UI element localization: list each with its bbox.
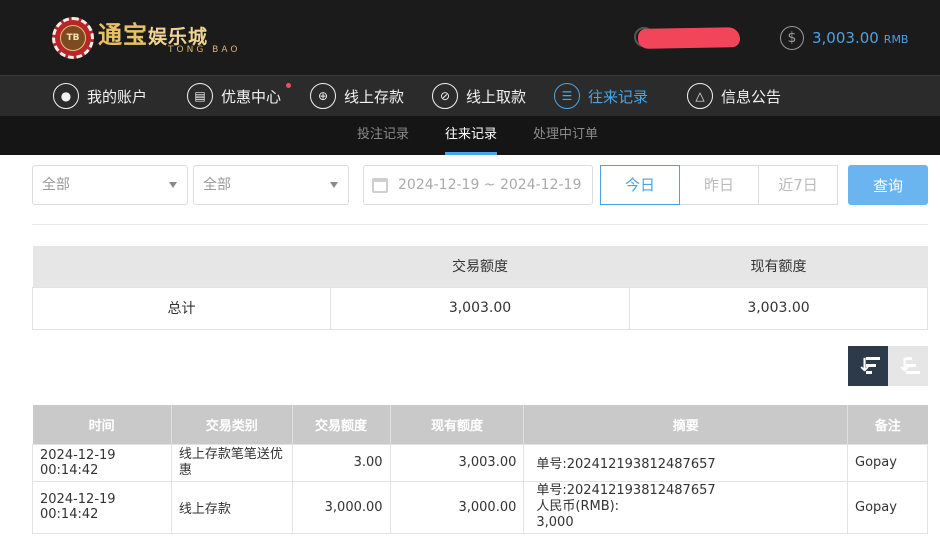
logo-text: 通宝娱乐城 TONG BAO [98,20,241,56]
records-table: 时间 交易类别 交易额度 现有额度 摘要 备注 2024-12-19 00:14… [32,405,928,534]
cell-summary: 单号:202412193812487657 人民币(RMB): 3,000 [523,480,849,534]
balance-unit: RMB [883,33,909,46]
chevron-down-icon [169,182,177,188]
nav-label: 往来记录 [588,87,649,106]
col-amount: 交易额度 [292,405,391,444]
cell-time: 2024-12-19 00:14:42 [32,480,172,534]
deposit-icon: ⊕ [310,83,336,109]
quick-today-button[interactable]: 今日 [600,165,680,205]
balance-display: $ 3,003.00 RMB [780,25,908,51]
logo-chip-icon: TB [52,17,94,59]
summary-total-amount: 3,003.00 [330,286,630,330]
summary-order-no: 单号:202412193812487657 [536,483,716,498]
cell-note: Gopay [847,443,928,482]
table-row: 2024-12-19 00:14:42 线上存款 3,000.00 3,000.… [32,480,928,534]
tab-transaction-records[interactable]: 往来记录 [445,116,498,155]
nav-online-deposit[interactable]: ⊕ 线上存款 [310,82,404,110]
summary-header-amount: 交易额度 [330,246,630,287]
top-header: TB 通宝娱乐城 TONG BAO $ 3,003.00 RMB [0,0,940,75]
records-icon: ☰ [554,83,580,109]
summary-row: 总计 3,003.00 3,003.00 [32,286,928,330]
summary-header-empty [32,246,331,287]
cell-amount: 3,000.00 [291,480,391,534]
logo-main-text: 通宝 [98,20,148,49]
summary-table: 交易额度 现有额度 总计 3,003.00 3,003.00 [32,246,928,330]
balance-amount: 3,003.00 [812,29,879,47]
select-value: 全部 [203,177,231,193]
type-select-1[interactable]: 全部 [32,165,188,205]
summary-header-balance: 现有额度 [629,246,928,287]
col-type: 交易类别 [171,405,293,444]
withdraw-icon: ⊘ [432,83,458,109]
select-value: 全部 [42,177,70,193]
bell-icon: △ [687,83,713,109]
nav-transaction-records[interactable]: ☰ 往来记录 [554,82,648,110]
cell-balance: 3,000.00 [389,480,525,534]
col-summary: 摘要 [523,405,849,444]
gift-icon: ▤ [187,83,213,109]
username-redacted[interactable] [634,25,741,49]
cell-type: 线上存款笔笔送优惠 [170,443,293,482]
tab-pending-orders[interactable]: 处理中订单 [533,116,598,155]
date-range-picker[interactable]: 2024-12-19 ~ 2024-12-19 [363,165,593,205]
sub-nav: 投注记录 往来记录 处理中订单 [0,116,940,155]
calendar-icon [372,178,388,193]
query-button[interactable]: 查询 [848,165,928,205]
main-nav: ● 我的账户 ▤ 优惠中心 ⊕ 线上存款 ⊘ 线上取款 ☰ 往来记录 △ 信息公… [0,75,940,116]
date-range-value: 2024-12-19 ~ 2024-12-19 [398,177,582,193]
nav-online-withdraw[interactable]: ⊘ 线上取款 [432,82,526,110]
col-note: 备注 [847,405,928,444]
chevron-down-icon [330,182,338,188]
notification-dot [286,83,292,88]
cell-amount: 3.00 [291,443,391,482]
sort-ascending-icon: ↓ [895,355,921,377]
summary-total-balance: 3,003.00 [629,286,928,330]
nav-label: 优惠中心 [221,87,282,106]
dollar-circle-icon: $ [780,26,804,50]
cell-time: 2024-12-19 00:14:42 [32,443,172,482]
sort-ascending-button[interactable]: ↓ [888,346,928,386]
sort-descending-button[interactable]: ↓ [848,346,888,386]
summary-value: 3,000 [536,515,574,530]
quick-7days-button[interactable]: 近7日 [758,165,838,205]
summary-order-no: 单号:202412193812487657 [536,457,716,472]
nav-label: 线上存款 [344,87,405,106]
cell-balance: 3,003.00 [389,443,525,482]
summary-total-label: 总计 [32,286,331,330]
site-logo[interactable]: TB 通宝娱乐城 TONG BAO [52,16,240,60]
nav-label: 信息公告 [721,87,782,106]
quick-yesterday-button[interactable]: 昨日 [679,165,759,205]
nav-label: 线上取款 [466,87,527,106]
type-select-2[interactable]: 全部 [193,165,349,205]
nav-my-account[interactable]: ● 我的账户 [53,82,147,110]
nav-label: 我的账户 [87,87,148,106]
col-balance: 现有额度 [390,405,525,444]
user-icon: ● [53,83,79,109]
nav-promotions[interactable]: ▤ 优惠中心 [187,82,292,110]
logo-en-text: TONG BAO [168,45,241,55]
cell-note: Gopay [847,480,928,534]
summary-currency: 人民币(RMB): [536,499,620,514]
table-row: 2024-12-19 00:14:42 线上存款笔笔送优惠 3.00 3,003… [32,443,928,482]
sort-descending-icon: ↓ [855,355,881,377]
tab-bet-records[interactable]: 投注记录 [357,116,409,155]
redaction-mark [637,27,741,49]
cell-summary: 单号:202412193812487657 [523,443,849,482]
col-time: 时间 [32,405,172,444]
divider [32,224,928,225]
cell-type: 线上存款 [170,480,293,534]
nav-announcements[interactable]: △ 信息公告 [687,82,781,110]
